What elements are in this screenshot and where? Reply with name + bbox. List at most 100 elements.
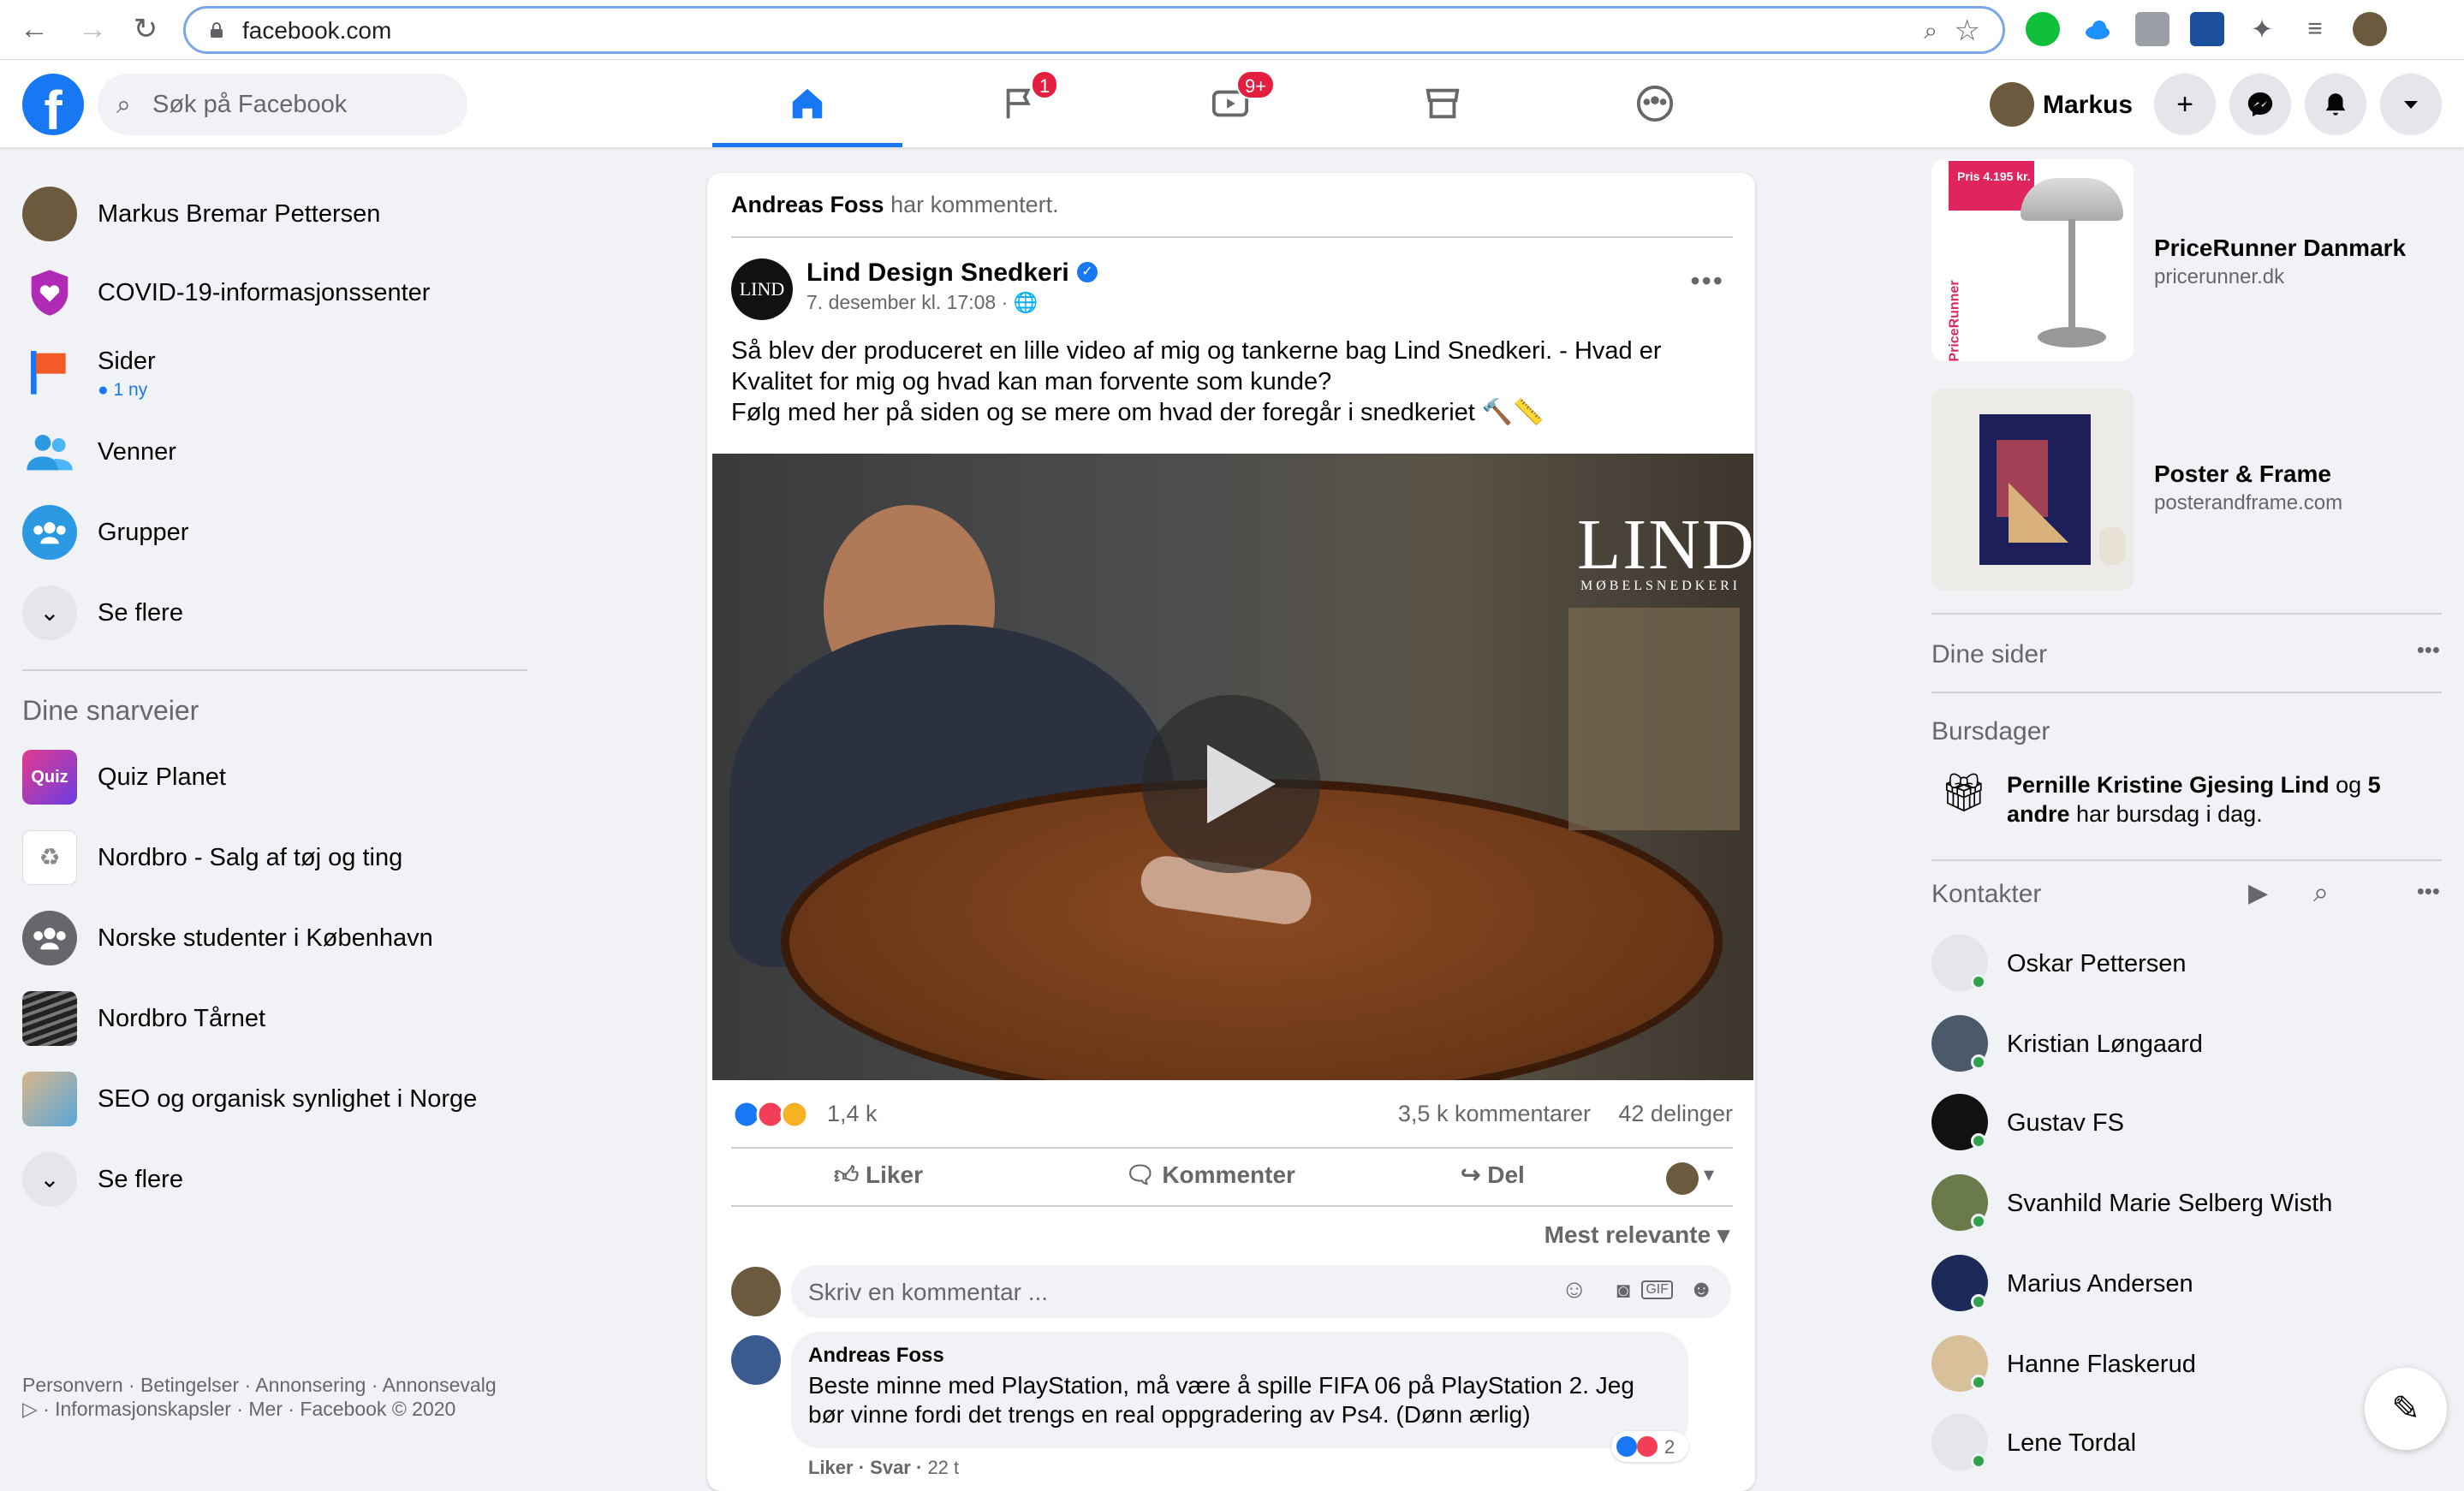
post-timestamp[interactable]: 7. desember kl. 17:08 · 🌐	[806, 291, 1038, 314]
more-options-icon[interactable]: •••	[2417, 637, 2440, 663]
ad-title: PriceRunner Danmark	[2154, 235, 2407, 261]
shortcut-quiz-planet[interactable]: Quiz Quiz Planet	[22, 746, 536, 808]
reactions-icon[interactable]	[731, 1097, 817, 1132]
tab-groups[interactable]	[1560, 60, 1750, 147]
divider	[1931, 859, 2442, 861]
page-name[interactable]: Lind Design Snedkeri	[806, 258, 1069, 288]
facebook-extension-icon[interactable]	[2190, 12, 2224, 46]
more-options-icon[interactable]: •••	[1690, 265, 1724, 297]
contact-name: Lene Tordal	[2007, 1429, 2137, 1457]
emoji-icon[interactable]: ☺	[1561, 1275, 1587, 1304]
forward-icon[interactable]: →	[75, 12, 110, 46]
new-count-badge: ● 1 ny	[98, 380, 148, 400]
play-button[interactable]	[1142, 695, 1320, 873]
comment-time[interactable]: 22 t	[927, 1457, 959, 1478]
new-room-video-icon[interactable]: ▶︎	[2248, 878, 2268, 908]
bookmark-star-icon[interactable]: ☆	[1955, 14, 1980, 48]
comment-reaction-count: 2	[1664, 1436, 1675, 1458]
shortcut-seo[interactable]: SEO og organisk synlighet i Norge	[22, 1068, 536, 1130]
sidebar-see-more[interactable]: ⌄ Se flere	[22, 582, 536, 644]
page-avatar[interactable]: LIND	[731, 258, 793, 320]
contact-item[interactable]: Hanne Flaskerud	[1931, 1332, 2445, 1393]
comment-author[interactable]: Andreas Foss	[808, 1344, 944, 1368]
puzzle-extensions-icon[interactable]: ✦	[2245, 12, 2279, 46]
url-text: facebook.com	[242, 17, 392, 44]
flag-icon	[22, 344, 77, 399]
workshop-shelf	[1568, 608, 1740, 830]
notifications-bell-icon[interactable]	[2305, 74, 2366, 135]
shares-count[interactable]: 42 delinger	[1618, 1101, 1733, 1127]
sidebar-item-pages[interactable]: Sider ● 1 ny	[22, 341, 536, 402]
comment-sort-dropdown[interactable]: Mest relevante ▾	[1544, 1221, 1729, 1249]
contact-item[interactable]: Oskar Pettersen	[1931, 931, 2445, 993]
facebook-logo[interactable]: f	[22, 74, 84, 135]
extension-green-icon[interactable]	[2026, 12, 2060, 46]
sidebar-item-friends[interactable]: Venner	[22, 421, 536, 483]
contact-name: Marius Andersen	[2007, 1270, 2193, 1298]
avatar[interactable]	[731, 1267, 781, 1316]
group-cover-image	[22, 991, 77, 1046]
shortcut-nordbro-salg[interactable]: ♻ Nordbro - Salg af tøj og ting	[22, 827, 536, 888]
search-input[interactable]: ⌕ Søk på Facebook	[98, 74, 467, 135]
address-bar[interactable]: facebook.com ⌕ ☆	[183, 6, 2005, 54]
share-button[interactable]: ↪ Del	[1461, 1161, 1525, 1189]
k-extension-icon[interactable]	[2135, 12, 2169, 46]
zoom-icon[interactable]: ⌕	[1924, 17, 1937, 45]
avatar[interactable]	[731, 1335, 781, 1385]
shortcut-nordbro-tarnet[interactable]: Nordbro Tårnet	[22, 988, 536, 1049]
sticker-icon[interactable]: ☻	[1689, 1275, 1714, 1303]
comment-button[interactable]: 🗨︎ Kommenter	[1125, 1161, 1295, 1189]
sidebar-item-covid[interactable]: COVID-19-informasjonssenter	[22, 262, 536, 324]
account-menu-icon[interactable]	[2380, 74, 2442, 135]
gif-icon[interactable]: GIF	[1641, 1280, 1673, 1299]
comment-reactions[interactable]: 2	[1611, 1431, 1688, 1462]
create-button[interactable]: +	[2154, 74, 2216, 135]
tab-pages[interactable]: 1	[925, 60, 1115, 147]
sidebar-item-profile[interactable]: Markus Bremar Pettersen	[22, 183, 536, 245]
recycle-icon: ♻	[22, 830, 77, 885]
contact-item[interactable]: Marius Andersen	[1931, 1251, 2445, 1313]
shortcuts-see-more[interactable]: ⌄ Se flere	[22, 1149, 536, 1210]
footer-links[interactable]: Personvern · Betingelser · Annonsering ·…	[22, 1373, 502, 1421]
comments-count[interactable]: 3,5 k kommentarer	[1398, 1101, 1591, 1127]
messenger-icon[interactable]	[2229, 74, 2291, 135]
comment-bubble: Andreas Foss Beste minne med PlayStation…	[791, 1332, 1688, 1462]
comment-like-link[interactable]: Liker	[808, 1457, 854, 1478]
more-options-icon[interactable]: •••	[2417, 878, 2440, 905]
media-queue-icon[interactable]: ≡	[2298, 12, 2332, 46]
browser-profile-avatar[interactable]	[2353, 12, 2387, 46]
contact-item[interactable]: Kristian Løngaard	[1931, 1012, 2445, 1073]
like-label: Liker	[866, 1161, 923, 1188]
tab-home[interactable]	[712, 60, 902, 147]
actor-name[interactable]: Andreas Foss	[731, 192, 884, 217]
comment-reply-link[interactable]: Svar	[870, 1457, 911, 1478]
reload-icon[interactable]: ↻	[128, 12, 163, 46]
birthday-name[interactable]: Pernille Kristine Gjesing Lind	[2007, 772, 2330, 798]
contact-item[interactable]: Gustav FS	[1931, 1090, 2445, 1152]
cloud-extension-icon[interactable]	[2080, 12, 2115, 46]
search-icon[interactable]: ⌕	[2313, 876, 2329, 909]
reactions-count[interactable]: 1,4 k	[827, 1101, 878, 1127]
camera-icon[interactable]: ◙	[1616, 1277, 1630, 1304]
back-icon[interactable]: ←	[17, 12, 51, 46]
like-button[interactable]: 👍︎ Liker	[834, 1161, 923, 1190]
online-status	[1971, 1214, 1986, 1229]
vase	[2099, 527, 2125, 565]
online-status	[1971, 1294, 1986, 1310]
birthday-text: Pernille Kristine Gjesing Lind og 5 andr…	[2007, 772, 2381, 827]
lamp-shade	[2021, 178, 2123, 221]
video-player[interactable]: LIND MØBELSNEDKERI	[712, 454, 1753, 1080]
contact-name: Oskar Pettersen	[2007, 950, 2187, 977]
sidebar-item-groups[interactable]: Grupper	[22, 502, 536, 563]
heart-shield-icon	[22, 265, 77, 320]
comment-input[interactable]: Skriv en kommentar ... ☺ ◙ GIF ☻	[791, 1265, 1731, 1318]
chevron-down-icon[interactable]: ▾	[1704, 1162, 1714, 1187]
contact-item[interactable]: Svanhild Marie Selberg Wisth	[1931, 1171, 2445, 1233]
shortcut-norske-studenter[interactable]: Norske studenter i København	[22, 907, 536, 969]
new-message-button[interactable]: ✎	[2365, 1368, 2447, 1450]
post-as-avatar[interactable]	[1666, 1162, 1699, 1195]
play-icon	[1207, 745, 1276, 823]
tab-watch[interactable]: 9+	[1135, 60, 1325, 147]
ad-domain: pricerunner.dk	[2154, 265, 2285, 288]
tab-marketplace[interactable]	[1348, 60, 1538, 147]
